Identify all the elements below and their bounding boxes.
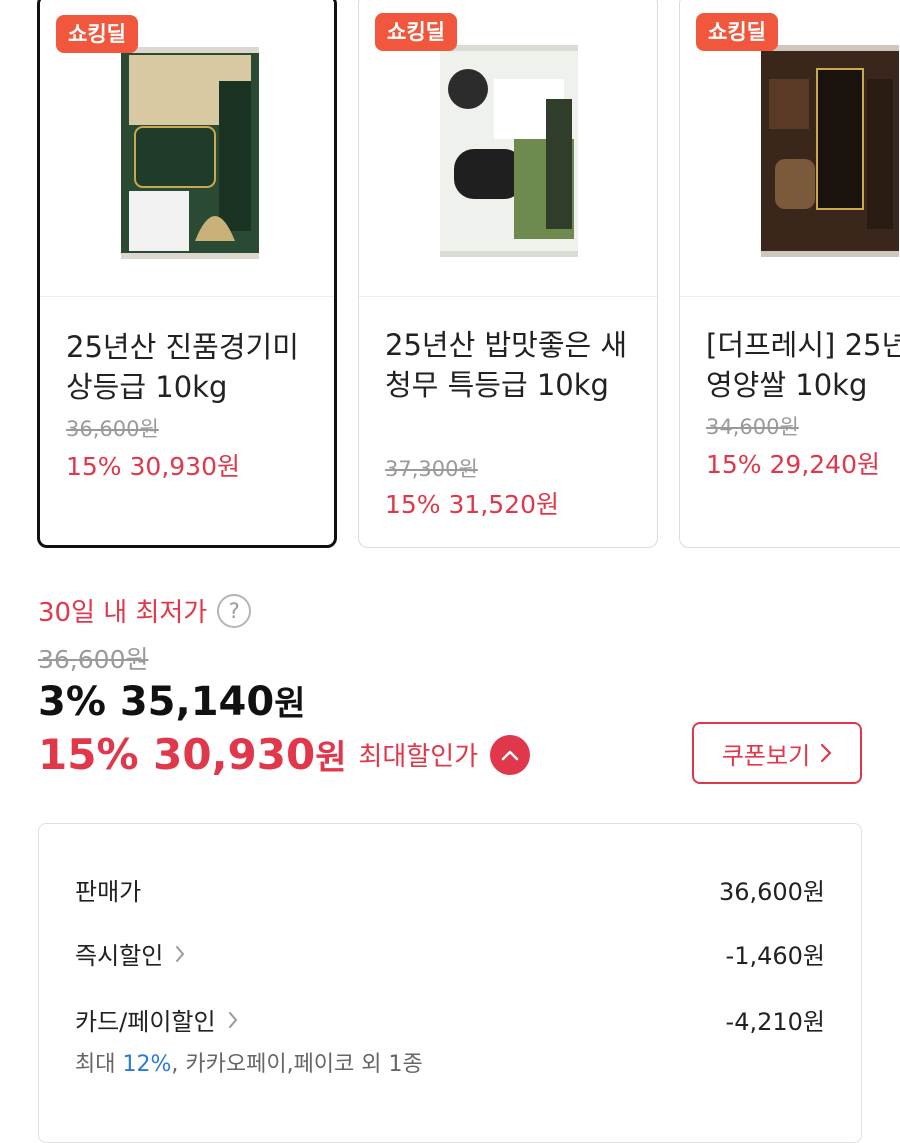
shocking-deal-badge: 쇼킹딜 (696, 13, 778, 51)
row-value: 36,600원 (718, 878, 825, 906)
lowest-price-label: 30일 내 최저가 ? (38, 592, 252, 629)
current-price-amount: 3% 35,140 (38, 679, 275, 725)
row-label-text: 카드/페이할인 (75, 1008, 216, 1036)
price-breakdown: 판매가 36,600원 즉시할인 -1,460원 카드/페이할인 -4,210원… (38, 823, 862, 1143)
product-name[interactable]: 25년산 밥맛좋은 새청무 특등급 10kg (385, 325, 647, 405)
chevron-right-icon (176, 945, 185, 962)
product-image-3[interactable]: 쇼킹딜 (680, 0, 900, 297)
original-price: 34,600원 (706, 415, 799, 439)
product-carousel[interactable]: 쇼킹딜 25년산 진품경기미 상등급 10kg 36,600원 15% 30,9… (0, 0, 900, 560)
breakdown-row-instant-discount[interactable]: 즉시할인 -1,460원 (75, 936, 825, 971)
max-discount-label: 최대할인가 (358, 742, 479, 772)
row-value: -4,210원 (725, 1008, 825, 1036)
row-label: 카드/페이할인 (75, 1002, 238, 1037)
sale-price: 15% 31,520원 (385, 490, 559, 519)
original-price: 37,300원 (385, 457, 478, 481)
product-image-2[interactable]: 쇼킹딜 (359, 0, 657, 297)
lowest-price-text: 30일 내 최저가 (38, 598, 208, 628)
product-image-1[interactable]: 쇼킹딜 (40, 0, 334, 297)
product-card-3[interactable]: 쇼킹딜 [더프레시] 25년산 영양쌀 10kg 34,600원 15% 29,… (679, 0, 900, 548)
breakdown-row-card-pay-discount[interactable]: 카드/페이할인 -4,210원 (75, 1002, 825, 1037)
card-pay-discount-detail: 최대 12%, 카카오페이,페이코 외 1종 (75, 1046, 423, 1078)
view-coupon-button[interactable]: 쿠폰보기 (692, 722, 862, 784)
sale-price: 15% 30,930원 (66, 452, 240, 481)
chevron-right-icon (228, 1011, 237, 1028)
detail-suffix: , 카카오페이,페이코 외 1종 (171, 1052, 423, 1077)
breakdown-row-sale-price: 판매가 36,600원 (75, 872, 825, 907)
row-label: 판매가 (75, 878, 142, 906)
chevron-up-icon[interactable] (490, 734, 531, 775)
original-price: 36,600원 (38, 645, 149, 674)
max-discount-value: 15% 30,930 (38, 730, 316, 779)
shocking-deal-badge: 쇼킹딜 (375, 13, 457, 51)
shocking-deal-badge: 쇼킹딜 (56, 15, 138, 53)
product-name[interactable]: 25년산 진품경기미 상등급 10kg (66, 327, 328, 407)
chevron-right-icon (821, 743, 832, 763)
max-discount-amount: 15% 30,930원 (38, 730, 347, 779)
row-label: 즉시할인 (75, 936, 185, 971)
help-icon[interactable]: ? (217, 593, 252, 628)
detail-percent: 12% (122, 1052, 172, 1077)
view-coupon-label: 쿠폰보기 (721, 741, 811, 770)
current-price-unit: 원 (274, 684, 306, 724)
row-value: -1,460원 (725, 942, 825, 970)
max-discount-unit: 원 (315, 738, 347, 778)
rice-bag-image (761, 45, 899, 257)
original-price: 36,600원 (66, 417, 159, 441)
product-card-1[interactable]: 쇼킹딜 25년산 진품경기미 상등급 10kg 36,600원 15% 30,9… (37, 0, 337, 548)
rice-bag-image (440, 45, 578, 257)
product-card-2[interactable]: 쇼킹딜 25년산 밥맛좋은 새청무 특등급 10kg 37,300원 15% 3… (358, 0, 658, 548)
rice-bag-image (121, 47, 259, 259)
detail-prefix: 최대 (75, 1052, 116, 1077)
product-name[interactable]: [더프레시] 25년산 영양쌀 10kg (706, 325, 900, 405)
current-price: 3% 35,140원 (38, 676, 305, 725)
row-label-text: 즉시할인 (75, 942, 164, 970)
sale-price: 15% 29,240원 (706, 450, 880, 479)
max-discount-price: 15% 30,930원 최대할인가 (38, 730, 531, 779)
